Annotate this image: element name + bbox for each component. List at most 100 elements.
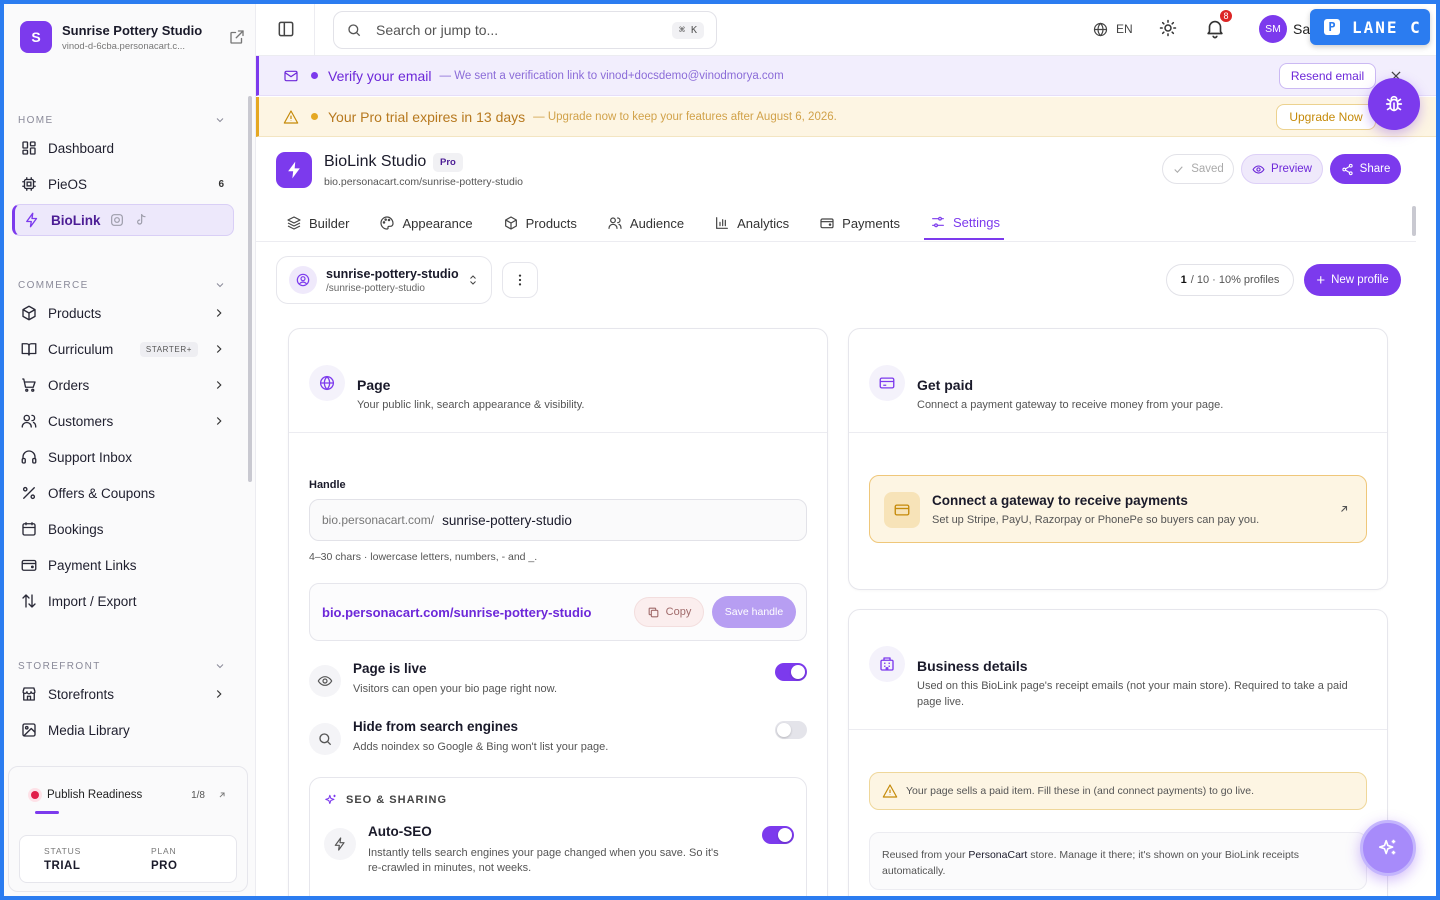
trial-subtitle: — Upgrade now to keep your features afte… (533, 110, 837, 123)
globe-icon (1092, 21, 1109, 38)
publish-readiness-label: Publish Readiness (47, 789, 143, 801)
section-header-storefront[interactable]: STOREFRONT (18, 658, 226, 674)
section-header-commerce[interactable]: COMMERCE (18, 277, 226, 293)
search-icon (309, 723, 341, 755)
tab-analytics[interactable]: Analytics (714, 206, 789, 240)
card-title: Page (357, 377, 391, 393)
page-header: BioLink Studio Pro bio.personacart.com/s… (276, 152, 1406, 192)
profile-name: sunrise-pottery-studio (326, 266, 459, 281)
sidebar-item-storefronts[interactable]: Storefronts (12, 678, 234, 710)
save-handle-button[interactable]: Save handle (712, 596, 796, 628)
share-button[interactable]: Share (1330, 154, 1401, 184)
verify-title: Verify your email (328, 67, 432, 84)
tab-builder[interactable]: Builder (286, 206, 349, 240)
sidebar-item-products[interactable]: Products (12, 297, 234, 329)
plus-icon: + (1316, 271, 1326, 289)
wallet-icon (20, 556, 38, 574)
main-content: BioLink Studio Pro bio.personacart.com/s… (256, 138, 1436, 896)
sidebar-item-pieos[interactable]: PieOS 6 (12, 168, 234, 200)
sparkles-icon (1377, 837, 1399, 859)
sidebar-item-offers-coupons[interactable]: Offers & Coupons (12, 477, 234, 509)
hide-search-subtitle: Adds noindex so Google & Bing won't list… (353, 741, 609, 753)
main-scrollbar[interactable] (1412, 206, 1416, 236)
lightning-icon (23, 211, 41, 229)
chevron-down-icon (214, 660, 226, 672)
bug-report-button[interactable] (1368, 78, 1420, 130)
sidebar-item-customers[interactable]: Customers (12, 405, 234, 437)
search-shortcut: ⌘ K (671, 21, 704, 39)
sidebar-item-support-inbox[interactable]: Support Inbox (12, 441, 234, 473)
percent-icon (20, 484, 38, 502)
sun-icon[interactable] (1158, 18, 1178, 38)
sidebar-item-dashboard[interactable]: Dashboard (12, 132, 234, 164)
tab-audience[interactable]: Audience (607, 206, 684, 240)
arrow-up-right-icon (1338, 503, 1350, 515)
workspace-logo: S (20, 21, 52, 53)
card-header: Page Your public link, search appearance… (289, 329, 827, 433)
biolink-logo (276, 152, 312, 188)
sidebar-item-biolink[interactable]: BioLink (12, 204, 234, 236)
workspace-switcher[interactable]: S Sunrise Pottery Studio vinod-d-6cba.pe… (20, 19, 246, 55)
search-box[interactable]: ⌘ K (333, 11, 717, 49)
auto-seo-subtitle: Instantly tells search engines your page… (368, 847, 719, 874)
connect-gateway-card[interactable]: Connect a gateway to receive payments Se… (869, 475, 1367, 543)
trial-banner: Your Pro trial expires in 13 days — Upgr… (256, 97, 1436, 137)
section-header-home[interactable]: HOME (18, 112, 226, 128)
sidebar-scrollbar[interactable] (248, 96, 252, 482)
auto-seo-toggle[interactable] (762, 826, 794, 844)
topbar: ⌘ K EN 8 SM Sa (256, 4, 1436, 56)
page-live-toggle[interactable] (775, 663, 807, 681)
profile-selector[interactable]: sunrise-pottery-studio /sunrise-pottery-… (276, 256, 492, 304)
users-icon (607, 215, 623, 231)
plan-badge: STARTER+ (139, 341, 198, 357)
box-icon (20, 304, 38, 322)
layers-icon (286, 215, 302, 231)
chevron-down-icon (214, 114, 226, 126)
tabs-divider (256, 241, 1416, 242)
auto-seo-title: Auto-SEO (368, 824, 432, 839)
chip-icon (20, 175, 38, 193)
plan-label: PLAN (151, 846, 177, 856)
upgrade-now-button[interactable]: Upgrade Now (1276, 104, 1376, 130)
tab-appearance[interactable]: Appearance (379, 206, 473, 240)
new-profile-button[interactable]: + New profile (1304, 264, 1401, 296)
hide-search-toggle[interactable] (775, 721, 807, 739)
workspace-name: Sunrise Pottery Studio (62, 22, 203, 38)
sidebar-item-payment-links[interactable]: Payment Links (12, 549, 234, 581)
language-switcher[interactable]: EN (1092, 19, 1133, 39)
sidebar-item-orders[interactable]: Orders (12, 369, 234, 401)
tab-payments[interactable]: Payments (819, 206, 900, 240)
handle-prefix: bio.personacart.com/ (322, 513, 435, 527)
more-options-button[interactable] (502, 262, 538, 298)
saved-button[interactable]: Saved (1162, 154, 1234, 184)
sidebar-toggle-icon[interactable] (276, 19, 296, 39)
sidebar-item-curriculum[interactable]: Curriculum STARTER+ (12, 333, 234, 365)
check-icon (1172, 163, 1185, 176)
notification-badge: 8 (1218, 8, 1234, 24)
tab-products[interactable]: Products (503, 206, 577, 240)
copy-button[interactable]: Copy (634, 597, 704, 627)
avatar[interactable]: SM (1259, 15, 1287, 43)
users-icon (20, 412, 38, 430)
preview-button[interactable]: Preview (1241, 154, 1323, 184)
sidebar-item-bookings[interactable]: Bookings (12, 513, 234, 545)
sidebar-item-import-export[interactable]: Import / Export (12, 585, 234, 617)
resend-email-button[interactable]: Resend email (1279, 63, 1376, 89)
handle-hint: 4–30 chars · lowercase letters, numbers,… (309, 551, 538, 563)
seo-sharing-section: SEO & SHARING Auto-SEO Instantly tells s… (309, 777, 807, 896)
full-link[interactable]: bio.personacart.com/sunrise-pottery-stud… (322, 605, 591, 620)
arrows-up-down-icon (20, 592, 38, 610)
handle-field[interactable]: bio.personacart.com/ (309, 499, 807, 541)
ai-assistant-button[interactable] (1360, 820, 1416, 876)
chevron-right-icon (212, 306, 226, 320)
external-link-icon[interactable] (228, 28, 246, 46)
tiktok-icon (133, 212, 149, 228)
chevron-right-icon (212, 687, 226, 701)
publish-readiness-card[interactable]: Publish Readiness 1/8 STATUS TRIAL PLAN … (8, 766, 248, 892)
warning-icon (283, 109, 299, 125)
search-input[interactable] (376, 22, 672, 38)
warning-text: Your page sells a paid item. Fill these … (906, 785, 1255, 797)
handle-input[interactable] (442, 512, 794, 528)
sidebar-item-media-library[interactable]: Media Library (12, 714, 234, 746)
tab-settings[interactable]: Settings (923, 206, 1004, 240)
